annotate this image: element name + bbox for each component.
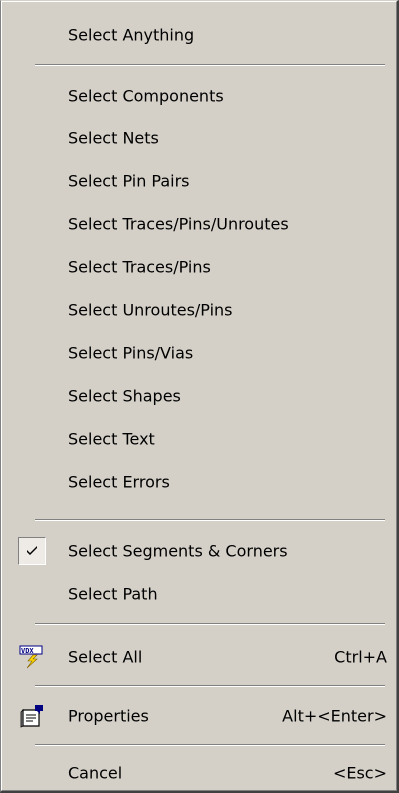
- menu-item-select-shapes[interactable]: Select Shapes: [3, 376, 393, 416]
- menu-item-label: Cancel: [68, 763, 123, 783]
- menu-item-label: Select Anything: [68, 25, 195, 45]
- properties-icon: [19, 704, 45, 728]
- menu-item-shortcut: Ctrl+A: [334, 647, 387, 667]
- menu-item-select-segments-corners[interactable]: Select Segments & Corners: [3, 531, 393, 571]
- menu-separator: [35, 685, 385, 687]
- svg-text:VDX: VDX: [21, 647, 34, 655]
- menu-item-label: Select Pins/Vias: [68, 343, 194, 363]
- menu-item-select-pins-vias[interactable]: Select Pins/Vias: [3, 333, 393, 373]
- menu-item-select-text[interactable]: Select Text: [3, 419, 393, 459]
- menu-item-select-components[interactable]: Select Components: [3, 76, 393, 116]
- menu-item-select-anything[interactable]: Select Anything: [3, 15, 393, 55]
- menu-item-label: Select Segments & Corners: [68, 541, 288, 561]
- menu-item-select-traces-pins[interactable]: Select Traces/Pins: [3, 247, 393, 287]
- menu-item-label: Select Text: [68, 429, 155, 449]
- menu-item-label: Select Traces/Pins: [68, 257, 211, 277]
- menu-item-select-all[interactable]: VDX Select All Ctrl+A: [3, 637, 393, 677]
- select-all-icon: VDX: [19, 645, 45, 669]
- menu-separator: [35, 623, 385, 625]
- menu-item-label: Select All: [68, 647, 143, 667]
- menu-separator: [35, 744, 385, 746]
- menu-item-select-nets[interactable]: Select Nets: [3, 118, 393, 158]
- menu-item-shortcut: <Esc>: [332, 763, 387, 783]
- menu-item-label: Select Unroutes/Pins: [68, 300, 233, 320]
- menu-item-label: Select Nets: [68, 128, 159, 148]
- menu-item-select-errors[interactable]: Select Errors: [3, 462, 393, 502]
- menu-item-label: Select Pin Pairs: [68, 171, 190, 191]
- menu-item-properties[interactable]: Properties Alt+<Enter>: [3, 696, 393, 736]
- menu-item-label: Select Shapes: [68, 386, 181, 406]
- menu-separator: [35, 519, 385, 521]
- context-menu: Select Anything Select Components Select…: [0, 0, 399, 793]
- menu-item-select-pin-pairs[interactable]: Select Pin Pairs: [3, 161, 393, 201]
- menu-item-label: Select Errors: [68, 472, 170, 492]
- menu-item-select-traces-pins-unroutes[interactable]: Select Traces/Pins/Unroutes: [3, 204, 393, 244]
- menu-item-label: Properties: [68, 706, 149, 726]
- menu-item-cancel[interactable]: Cancel <Esc>: [3, 753, 393, 793]
- menu-item-label: Select Path: [68, 584, 158, 604]
- menu-separator: [35, 64, 385, 66]
- menu-item-select-path[interactable]: Select Path: [3, 574, 393, 614]
- checkmark-icon: [18, 537, 46, 565]
- menu-item-shortcut: Alt+<Enter>: [282, 706, 387, 726]
- menu-item-select-unroutes-pins[interactable]: Select Unroutes/Pins: [3, 290, 393, 330]
- menu-item-label: Select Traces/Pins/Unroutes: [68, 214, 289, 234]
- menu-item-label: Select Components: [68, 86, 224, 106]
